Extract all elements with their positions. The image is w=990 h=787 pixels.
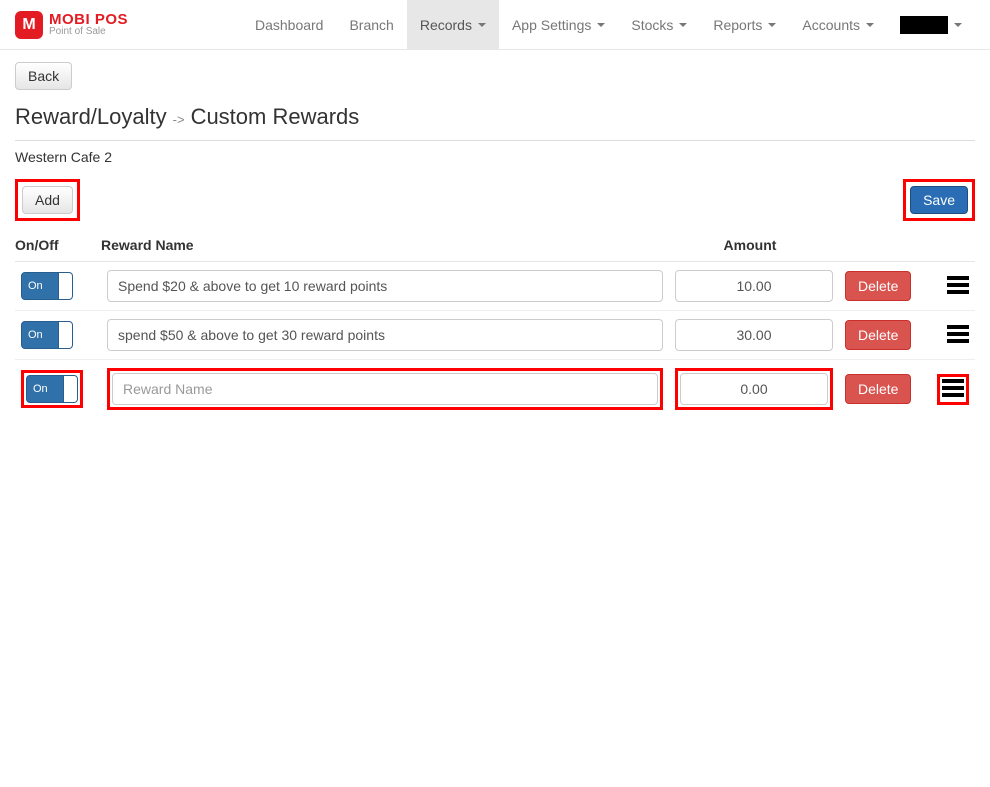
nav-records[interactable]: Records xyxy=(407,0,499,50)
top-navbar: M MOBI POS Point of Sale Dashboard Branc… xyxy=(0,0,990,50)
header-amount: Amount xyxy=(669,231,839,262)
brand-subtitle: Point of Sale xyxy=(49,27,128,37)
toggle-label: On xyxy=(22,280,43,292)
table-row: On Delete xyxy=(15,311,975,360)
breadcrumb-arrow: -> xyxy=(173,112,185,127)
nav-reports[interactable]: Reports xyxy=(700,0,789,50)
brand-logo-icon: M xyxy=(15,11,43,39)
nav-branch[interactable]: Branch xyxy=(336,0,406,50)
delete-button[interactable]: Delete xyxy=(845,271,911,301)
caret-down-icon xyxy=(478,23,486,27)
header-onoff: On/Off xyxy=(15,231,101,262)
drag-handle-icon[interactable] xyxy=(947,276,969,294)
divider xyxy=(15,140,975,141)
table-row: On Delete xyxy=(15,262,975,311)
reward-name-input[interactable] xyxy=(107,319,663,351)
reward-name-input[interactable] xyxy=(107,270,663,302)
nav-accounts[interactable]: Accounts xyxy=(789,0,887,50)
drag-handle-icon[interactable] xyxy=(942,379,964,397)
brand-logo[interactable]: M MOBI POS Point of Sale xyxy=(15,11,128,39)
title-main: Reward/Loyalty xyxy=(15,104,167,130)
reward-name-input[interactable] xyxy=(112,373,658,405)
title-sub: Custom Rewards xyxy=(191,104,360,130)
caret-down-icon xyxy=(597,23,605,27)
save-button-highlight: Save xyxy=(903,179,975,221)
brand-name: MOBI POS xyxy=(49,12,128,27)
nav-app-settings[interactable]: App Settings xyxy=(499,0,618,50)
save-button[interactable]: Save xyxy=(910,186,968,214)
nav-user-menu[interactable] xyxy=(887,0,975,50)
table-row: On Delete xyxy=(15,360,975,419)
toggle-label: On xyxy=(22,329,43,341)
toggle-label: On xyxy=(27,383,48,395)
amount-input[interactable] xyxy=(680,373,828,405)
nav-dashboard[interactable]: Dashboard xyxy=(242,0,337,50)
branch-name: Western Cafe 2 xyxy=(15,149,975,165)
onoff-toggle[interactable]: On xyxy=(21,272,73,300)
nav-stocks[interactable]: Stocks xyxy=(618,0,700,50)
add-button-highlight: Add xyxy=(15,179,80,221)
onoff-toggle[interactable]: On xyxy=(26,375,78,403)
caret-down-icon xyxy=(954,23,962,27)
amount-input[interactable] xyxy=(675,319,833,351)
amount-input[interactable] xyxy=(675,270,833,302)
page-title: Reward/Loyalty -> Custom Rewards xyxy=(15,104,975,130)
delete-button[interactable]: Delete xyxy=(845,374,911,404)
caret-down-icon xyxy=(768,23,776,27)
back-button[interactable]: Back xyxy=(15,62,72,90)
user-avatar xyxy=(900,16,948,34)
caret-down-icon xyxy=(679,23,687,27)
onoff-toggle[interactable]: On xyxy=(21,321,73,349)
add-button[interactable]: Add xyxy=(22,186,73,214)
delete-button[interactable]: Delete xyxy=(845,320,911,350)
header-name: Reward Name xyxy=(101,231,669,262)
drag-handle-icon[interactable] xyxy=(947,325,969,343)
rewards-table: On/Off Reward Name Amount On xyxy=(15,231,975,418)
caret-down-icon xyxy=(866,23,874,27)
